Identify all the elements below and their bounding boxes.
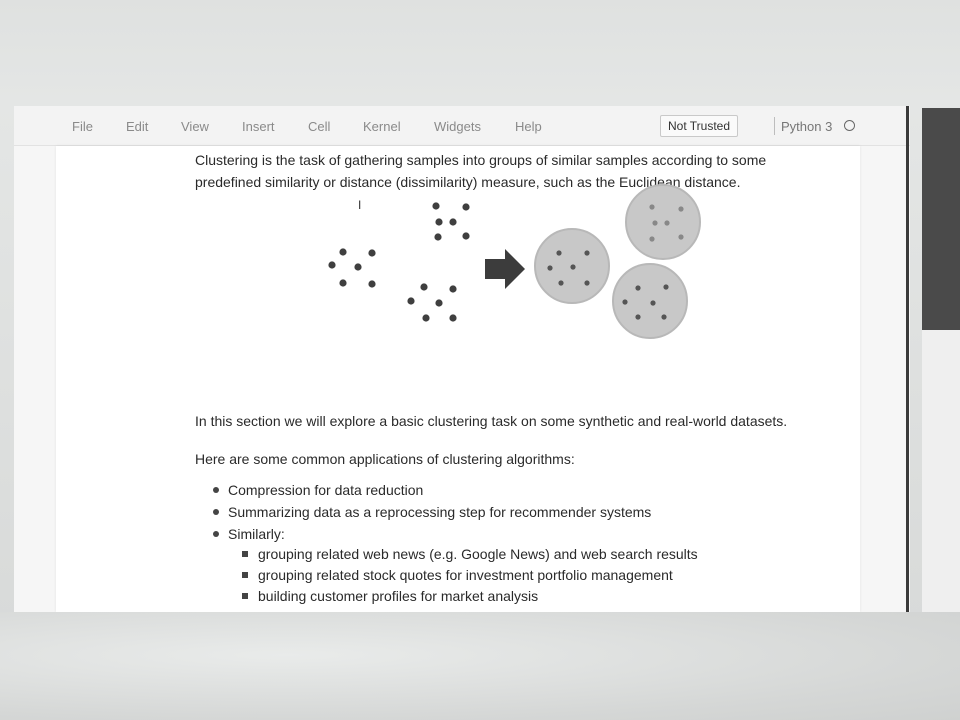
side-panel — [922, 108, 960, 330]
cluster-point — [570, 264, 576, 270]
raw-point — [420, 283, 428, 291]
raw-point — [339, 279, 347, 287]
bullet-icon — [213, 509, 219, 516]
cluster-point — [649, 236, 655, 242]
markdown-cell[interactable]: Clustering is the task of gathering samp… — [56, 146, 860, 612]
menu-cell[interactable]: Cell — [308, 119, 330, 134]
menu-file[interactable]: File — [72, 119, 93, 134]
kernel-separator — [774, 117, 775, 135]
jupyter-window: File Edit View Insert Cell Kernel Widget… — [14, 106, 910, 612]
clustered-groups — [534, 184, 701, 339]
list-item: Summarizing data as a reprocessing step … — [213, 504, 651, 520]
bullet-icon — [213, 531, 219, 538]
cluster-point — [661, 314, 667, 320]
bullet-icon — [213, 487, 219, 494]
menubar: File Edit View Insert Cell Kernel Widget… — [14, 106, 910, 146]
square-bullet-icon — [242, 572, 248, 579]
cluster-point — [635, 285, 641, 291]
menu-insert[interactable]: Insert — [242, 119, 275, 134]
list-item-label: Summarizing data as a reprocessing step … — [228, 504, 652, 520]
menu-help[interactable]: Help — [515, 119, 542, 134]
background — [0, 612, 960, 720]
raw-point — [339, 248, 347, 256]
cluster-point — [678, 206, 684, 212]
sub-list-item-label: building customer profiles for market an… — [258, 588, 539, 604]
raw-point — [462, 203, 470, 211]
clustering-diagram — [328, 184, 701, 339]
cluster-point — [558, 280, 564, 286]
not-trusted-button[interactable]: Not Trusted — [660, 115, 738, 137]
raw-point — [422, 314, 430, 322]
unclustered-points — [328, 202, 470, 322]
applications-heading: Here are some common applications of clu… — [195, 451, 575, 467]
sub-list-item: building customer profiles for market an… — [242, 588, 538, 604]
menu-widgets[interactable]: Widgets — [434, 119, 481, 134]
list-item-label: Compression for data reduction — [228, 482, 424, 498]
cluster-point — [547, 265, 553, 271]
cluster-circle — [625, 184, 701, 260]
raw-point — [435, 299, 443, 307]
cluster-point — [635, 314, 641, 320]
cluster-point — [663, 284, 669, 290]
raw-point — [449, 218, 457, 226]
menu-edit[interactable]: Edit — [126, 119, 148, 134]
kernel-idle-circle-icon — [844, 120, 855, 131]
cluster-point — [664, 220, 670, 226]
menu-kernel[interactable]: Kernel — [363, 119, 401, 134]
side-panel-lower — [922, 330, 960, 612]
cluster-point — [622, 299, 628, 305]
square-bullet-icon — [242, 593, 248, 600]
sub-list-item-label: grouping related web news (e.g. Google N… — [258, 546, 698, 562]
screen-edge — [906, 106, 909, 612]
sub-list-item: grouping related web news (e.g. Google N… — [242, 546, 698, 562]
list-item-label: Similarly: — [228, 526, 285, 542]
cluster-point — [652, 220, 658, 226]
raw-point — [368, 280, 376, 288]
sub-list-item: grouping related stock quotes for invest… — [242, 567, 673, 583]
list-item: Similarly: — [213, 526, 285, 542]
cluster-point — [584, 250, 590, 256]
raw-point — [449, 285, 457, 293]
right-arrow-icon — [485, 249, 525, 289]
raw-point — [462, 232, 470, 240]
cluster-point — [650, 300, 656, 306]
cluster-point — [584, 280, 590, 286]
cluster-point — [556, 250, 562, 256]
raw-point — [435, 218, 443, 226]
kernel-name[interactable]: Python 3 — [781, 119, 832, 134]
cluster-point — [649, 204, 655, 210]
raw-point — [368, 249, 376, 257]
list-item: Compression for data reduction — [213, 482, 423, 498]
raw-point — [449, 314, 457, 322]
raw-point — [432, 202, 440, 210]
sub-list-item-label: grouping related stock quotes for invest… — [258, 567, 673, 583]
section-description: In this section we will explore a basic … — [195, 413, 788, 429]
menu-view[interactable]: View — [181, 119, 209, 134]
raw-point — [434, 233, 442, 241]
raw-point — [328, 261, 336, 269]
raw-point — [354, 263, 362, 271]
square-bullet-icon — [242, 551, 248, 558]
cluster-point — [678, 234, 684, 240]
raw-point — [407, 297, 415, 305]
